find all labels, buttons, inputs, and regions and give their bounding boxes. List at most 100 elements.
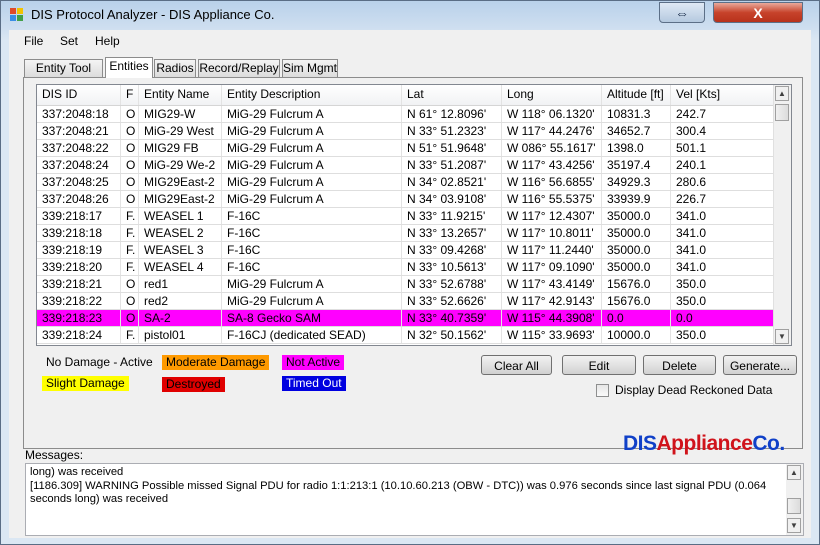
table-row[interactable]: 339:218:23 O SA-2 SA-8 Gecko SAM N 33° 40.73… bbox=[37, 310, 774, 327]
table-row[interactable]: 339:218:18 F. WEASEL 2 F-16C N 33° 13.2657' W… bbox=[37, 225, 774, 242]
messages-scroll-thumb[interactable] bbox=[787, 498, 801, 514]
cell-altitude: 34652.7 bbox=[602, 123, 671, 139]
cell-entity-name: WEASEL 1 bbox=[139, 208, 222, 224]
column-header-entity-description[interactable]: Entity Description bbox=[222, 85, 402, 105]
table-row[interactable]: 339:218:21 Ored1 MiG-29 Fulcrum AN 33° 52.… bbox=[37, 276, 774, 293]
table-row[interactable]: 339:218:17 F. WEASEL 1 F-16C N 33° 11.9215' W… bbox=[37, 208, 774, 225]
cell-force: O bbox=[121, 140, 139, 156]
scroll-thumb[interactable] bbox=[775, 104, 789, 121]
cell-entity-name: MIG29 FB bbox=[139, 140, 222, 156]
cell-force: F. bbox=[121, 208, 139, 224]
cell-entity-name: pistol01 bbox=[139, 327, 222, 343]
restore-button[interactable]: ⇔ bbox=[659, 2, 705, 23]
messages-scroll-up-icon[interactable]: ▲ bbox=[787, 465, 801, 480]
cell-long: W 117° 10.8011' bbox=[502, 225, 602, 241]
cell-lat: N 34° 02.8521' bbox=[402, 174, 502, 190]
scroll-up-arrow-icon[interactable]: ▲ bbox=[775, 86, 789, 101]
table-row[interactable]: 337:2048:18 O MIG29-W MiG-29 Fulcrum AN 61°… bbox=[37, 106, 774, 123]
dead-reckoned-label[interactable]: Display Dead Reckoned Data bbox=[615, 383, 772, 397]
delete-button[interactable]: Delete bbox=[643, 355, 716, 375]
messages-textbox[interactable]: long) was received [1186.309] WARNING Po… bbox=[25, 463, 804, 536]
cell-long: W 117° 43.4256' bbox=[502, 157, 602, 173]
edit-button[interactable]: Edit bbox=[562, 355, 636, 375]
cell-force: F. bbox=[121, 259, 139, 275]
cell-force: F. bbox=[121, 242, 139, 258]
cell-entity-name: MIG29-W bbox=[139, 106, 222, 122]
cell-entity-description: MiG-29 Fulcrum A bbox=[222, 191, 402, 207]
cell-lat: N 51° 51.9648' bbox=[402, 140, 502, 156]
tab-radios[interactable]: Radios bbox=[154, 59, 196, 77]
menu-bar: File Set Help bbox=[9, 30, 811, 52]
cell-entity-description: F-16C bbox=[222, 242, 402, 258]
column-header-dis-id[interactable]: DIS ID bbox=[37, 85, 121, 105]
menu-help[interactable]: Help bbox=[95, 34, 120, 48]
column-header-entity-name[interactable]: Entity Name bbox=[139, 85, 222, 105]
table-row[interactable]: 339:218:20 F. WEASEL 4 F-16C N 33° 10.5613' W… bbox=[37, 259, 774, 276]
cell-long: W 117° 43.4149' bbox=[502, 276, 602, 292]
table-row[interactable]: 337:2048:21 O MiG-29 West MiG-29 Fulcrum AN… bbox=[37, 123, 774, 140]
column-header-lat[interactable]: Lat bbox=[402, 85, 502, 105]
dead-reckoned-checkbox[interactable] bbox=[596, 384, 609, 397]
cell-entity-description: MiG-29 Fulcrum A bbox=[222, 293, 402, 309]
column-header-velocity[interactable]: Vel [Kts] bbox=[671, 85, 774, 105]
cell-velocity: 501.1 bbox=[671, 140, 774, 156]
cell-altitude: 15676.0 bbox=[602, 293, 671, 309]
cell-velocity: 226.7 bbox=[671, 191, 774, 207]
cell-velocity: 350.0 bbox=[671, 327, 774, 343]
tab-record-replay[interactable]: Record/Replay bbox=[198, 59, 280, 77]
column-header-altitude[interactable]: Altitude [ft] bbox=[602, 85, 671, 105]
cell-long: W 115° 33.9693' bbox=[502, 327, 602, 343]
table-row[interactable]: 339:218:19 F. WEASEL 3 F-16C N 33° 09.4268' W… bbox=[37, 242, 774, 259]
cell-altitude: 10000.0 bbox=[602, 327, 671, 343]
column-header-long[interactable]: Long bbox=[502, 85, 602, 105]
table-row[interactable]: 337:2048:25 O MIG29East-2 MiG-29 Fulcrum AN… bbox=[37, 174, 774, 191]
cell-velocity: 341.0 bbox=[671, 259, 774, 275]
cell-altitude: 15676.0 bbox=[602, 276, 671, 292]
close-button[interactable]: X bbox=[713, 2, 803, 23]
messages-scroll-down-icon[interactable]: ▼ bbox=[787, 518, 801, 533]
tab-sim-mgmt[interactable]: Sim Mgmt bbox=[282, 59, 338, 77]
app-icon bbox=[10, 8, 23, 21]
cell-entity-name: WEASEL 2 bbox=[139, 225, 222, 241]
scroll-down-arrow-icon[interactable]: ▼ bbox=[775, 329, 789, 344]
legend-destroyed: Destroyed bbox=[162, 377, 225, 392]
cell-lat: N 33° 52.6626' bbox=[402, 293, 502, 309]
title-bar[interactable]: DIS Protocol Analyzer - DIS Appliance Co… bbox=[1, 1, 819, 29]
table-row[interactable]: 337:2048:24 O MiG-29 We-2 MiG-29 Fulcrum AN… bbox=[37, 157, 774, 174]
clear-all-button[interactable]: Clear All bbox=[481, 355, 552, 375]
legend-no-damage-active: No Damage - Active bbox=[42, 355, 157, 370]
cell-entity-name: SA-2 bbox=[139, 310, 222, 326]
cell-entity-description: F-16CJ (dedicated SEAD) bbox=[222, 327, 402, 343]
tab-entity-tool-info[interactable]: Entity Tool Info bbox=[24, 59, 103, 92]
menu-file[interactable]: File bbox=[24, 34, 43, 48]
cell-lat: N 33° 10.5613' bbox=[402, 259, 502, 275]
cell-entity-description: MiG-29 Fulcrum A bbox=[222, 106, 402, 122]
cell-dis-id: 339:218:19 bbox=[37, 242, 121, 258]
table-row[interactable]: 339:218:22 Ored2 MiG-29 Fulcrum AN 33° 52.… bbox=[37, 293, 774, 310]
generate-button[interactable]: Generate... bbox=[723, 355, 797, 375]
table-scrollbar[interactable]: ▲ ▼ bbox=[773, 85, 791, 345]
cell-entity-description: F-16C bbox=[222, 259, 402, 275]
cell-entity-name: red1 bbox=[139, 276, 222, 292]
cell-dis-id: 337:2048:21 bbox=[37, 123, 121, 139]
menu-set[interactable]: Set bbox=[60, 34, 78, 48]
cell-velocity: 341.0 bbox=[671, 208, 774, 224]
cell-long: W 117° 44.2476' bbox=[502, 123, 602, 139]
cell-long: W 115° 44.3908' bbox=[502, 310, 602, 326]
cell-long: W 117° 12.4307' bbox=[502, 208, 602, 224]
table-header: DIS ID F Entity Name Entity Description … bbox=[37, 85, 774, 106]
cell-dis-id: 339:218:21 bbox=[37, 276, 121, 292]
table-row[interactable]: 337:2048:26 O MIG29East-2 MiG-29 Fulcrum AN… bbox=[37, 191, 774, 208]
table-row[interactable]: 339:218:24 F. pistol01 F-16CJ (dedicated SE… bbox=[37, 327, 774, 344]
legend-timed-out: Timed Out bbox=[282, 376, 346, 391]
table-row[interactable]: 337:2048:22 O MIG29 FB MiG-29 Fulcrum AN 51… bbox=[37, 140, 774, 157]
cell-long: W 117° 09.1090' bbox=[502, 259, 602, 275]
cell-long: W 118° 06.1320' bbox=[502, 106, 602, 122]
tab-entities[interactable]: Entities bbox=[105, 57, 153, 78]
cell-lat: N 33° 40.7359' bbox=[402, 310, 502, 326]
messages-scrollbar[interactable]: ▲ ▼ bbox=[786, 464, 803, 535]
app-window: DIS Protocol Analyzer - DIS Appliance Co… bbox=[0, 0, 820, 545]
column-header-force[interactable]: F bbox=[121, 85, 139, 105]
cell-long: W 117° 11.2440' bbox=[502, 242, 602, 258]
entity-table[interactable]: DIS ID F Entity Name Entity Description … bbox=[36, 84, 792, 346]
